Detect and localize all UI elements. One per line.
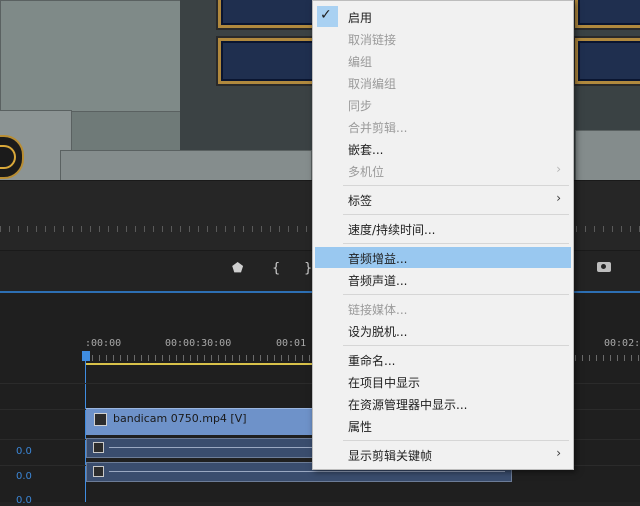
menu-separator bbox=[343, 345, 569, 346]
playhead-handle[interactable] bbox=[82, 351, 90, 361]
stone-texture bbox=[0, 0, 192, 112]
menu-item-link-media[interactable]: 链接媒体... bbox=[313, 298, 573, 319]
menu-item-show-clip-keyframes[interactable]: 显示剪辑关键帧 › bbox=[313, 444, 573, 465]
marker-icon[interactable]: ⬟ bbox=[232, 261, 243, 276]
menu-label: 标签 bbox=[348, 194, 373, 208]
game-panel-top bbox=[218, 0, 318, 28]
fx-icon bbox=[93, 442, 104, 453]
menu-label: 设为脱机... bbox=[348, 325, 408, 339]
track-volume-a2[interactable]: 0.0 bbox=[16, 471, 32, 482]
camera-icon[interactable] bbox=[597, 262, 611, 272]
menu-label: 合并剪辑... bbox=[348, 121, 408, 135]
fx-icon bbox=[93, 466, 104, 477]
menu-item-multicamera[interactable]: 多机位 › bbox=[313, 160, 573, 181]
submenu-arrow-icon: › bbox=[556, 446, 561, 460]
menu-label: 属性 bbox=[348, 420, 373, 434]
menu-item-ungroup[interactable]: 取消编组 bbox=[313, 72, 573, 93]
menu-item-speed-duration[interactable]: 速度/持续时间... bbox=[313, 218, 573, 239]
menu-label: 多机位 bbox=[348, 165, 385, 179]
menu-label: 链接媒体... bbox=[348, 303, 408, 317]
menu-label: 取消编组 bbox=[348, 77, 397, 91]
menu-item-audio-channels[interactable]: 音频声道... bbox=[313, 269, 573, 290]
menu-separator bbox=[343, 294, 569, 295]
menu-label: 音频声道... bbox=[348, 274, 408, 288]
menu-label: 重命名... bbox=[348, 354, 396, 368]
menu-label: 显示剪辑关键帧 bbox=[348, 449, 433, 463]
clip-context-menu: ✓ 启用 取消链接 编组 取消编组 同步 合并剪辑... 嵌套... 多机位 › … bbox=[312, 0, 574, 470]
menu-item-reveal-in-project[interactable]: 在项目中显示 bbox=[313, 371, 573, 392]
menu-separator bbox=[343, 185, 569, 186]
menu-label: 嵌套... bbox=[348, 143, 384, 157]
menu-label: 编组 bbox=[348, 55, 373, 69]
menu-label: 取消链接 bbox=[348, 33, 397, 47]
waveform bbox=[109, 471, 505, 472]
menu-item-rename[interactable]: 重命名... bbox=[313, 349, 573, 370]
menu-label: 启用 bbox=[348, 11, 373, 25]
submenu-arrow-icon: › bbox=[556, 162, 561, 176]
menu-separator bbox=[343, 243, 569, 244]
submenu-arrow-icon: › bbox=[556, 191, 561, 205]
stone-ledge bbox=[60, 150, 312, 180]
work-area-bar[interactable] bbox=[85, 363, 315, 365]
fx-icon bbox=[94, 413, 107, 426]
game-panel-right-mid bbox=[575, 38, 640, 84]
menu-item-unlink[interactable]: 取消链接 bbox=[313, 28, 573, 49]
menu-label: 速度/持续时间... bbox=[348, 223, 436, 237]
menu-item-merge-clips[interactable]: 合并剪辑... bbox=[313, 116, 573, 137]
menu-item-enable[interactable]: 启用 bbox=[313, 6, 573, 27]
timecode-1: 00:00:30:00 bbox=[165, 338, 232, 349]
game-panel-mid bbox=[218, 38, 318, 84]
menu-separator bbox=[343, 440, 569, 441]
menu-label: 在资源管理器中显示... bbox=[348, 398, 468, 412]
menu-item-group[interactable]: 编组 bbox=[313, 50, 573, 71]
timecode-2: 00:01 bbox=[276, 338, 307, 349]
menu-item-synchronize[interactable]: 同步 bbox=[313, 94, 573, 115]
menu-item-make-offline[interactable]: 设为脱机... bbox=[313, 320, 573, 341]
menu-item-label[interactable]: 标签 › bbox=[313, 189, 573, 210]
clip-label: bandicam 0750.mp4 [V] bbox=[113, 412, 247, 425]
menu-label: 在项目中显示 bbox=[348, 376, 421, 390]
menu-label: 音频增益... bbox=[348, 252, 408, 266]
right-stone bbox=[575, 130, 640, 180]
menu-label: 同步 bbox=[348, 99, 373, 113]
timecode-0: :00:00 bbox=[85, 338, 122, 349]
menu-item-properties[interactable]: 属性 bbox=[313, 415, 573, 436]
track-volume-a3[interactable]: 0.0 bbox=[16, 495, 32, 506]
track-volume-a1[interactable]: 0.0 bbox=[16, 446, 32, 457]
menu-item-audio-gain[interactable]: 音频增益... bbox=[315, 247, 571, 268]
menu-item-nest[interactable]: 嵌套... bbox=[313, 138, 573, 159]
game-panel-right-top bbox=[575, 0, 640, 28]
menu-separator bbox=[343, 214, 569, 215]
in-point-icon[interactable]: { bbox=[272, 261, 280, 276]
timecode-3: 00:02:3 bbox=[604, 338, 640, 349]
menu-item-reveal-in-explorer[interactable]: 在资源管理器中显示... bbox=[313, 393, 573, 414]
